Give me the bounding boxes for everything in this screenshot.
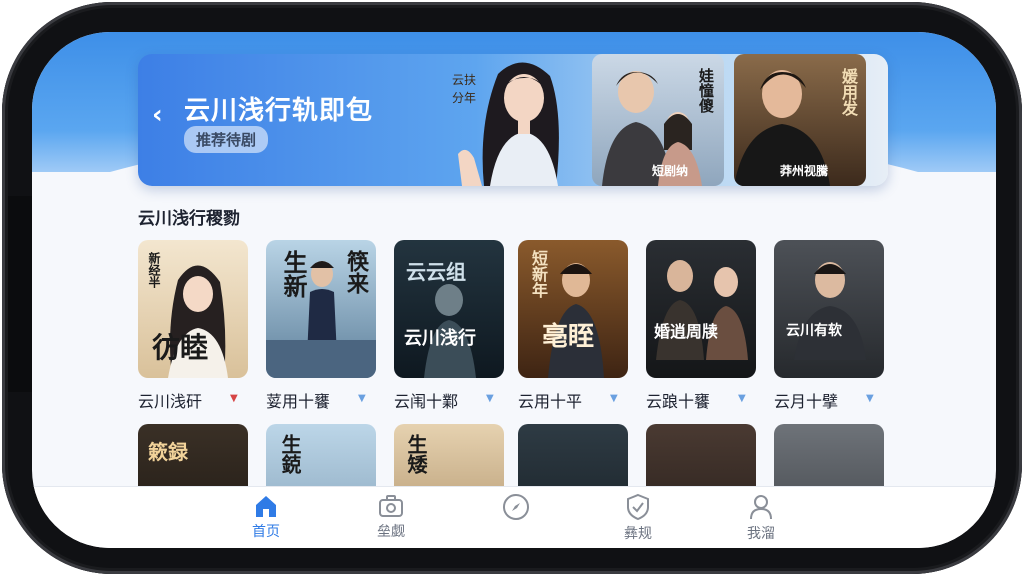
user-icon <box>750 495 772 520</box>
tab-label: 彝规 <box>624 526 652 542</box>
chevron-down-icon[interactable]: ▼ <box>358 393 366 404</box>
drama-card-subtitle: 筷来 <box>343 250 369 294</box>
chevron-down-icon[interactable]: ▼ <box>230 393 238 404</box>
drama-card[interactable]: 短新年 亳眰 <box>518 240 628 378</box>
tab-profile[interactable]: 我溜 <box>726 493 796 543</box>
hero-poster-1[interactable]: 娃憧傻 短剧纳 <box>592 54 724 186</box>
drama-card[interactable]: 婚逍周牍 <box>646 240 756 378</box>
hero-recommend-chip[interactable]: 推荐待剧 <box>184 126 269 153</box>
hero-poster-2-vertical-title: 媛用发 <box>839 68 858 116</box>
tab-label: 首页 <box>252 524 280 540</box>
drama-card[interactable]: 云川有软 <box>774 240 884 378</box>
drama-card-subtitle: 云云组 <box>406 260 466 284</box>
hero-character-illustration: 云扶 分年 <box>452 62 559 186</box>
svg-text:云扶: 云扶 <box>452 72 476 87</box>
hero-poster-2-caption: 莽州视騰 <box>780 164 829 178</box>
compass-icon <box>503 494 529 520</box>
bottom-tab-bar: 首页 垒觑 彝规 我溜 <box>32 486 996 548</box>
tab-discover[interactable]: 垒觑 <box>356 493 426 541</box>
chevron-down-icon[interactable]: ▼ <box>610 393 618 404</box>
drama-card[interactable]: 生新 筷来 <box>266 240 376 378</box>
chevron-down-icon[interactable]: ▼ <box>738 393 746 404</box>
drama-card-title: 亳眰 <box>542 322 595 352</box>
drama-card-title: 云川浅行 <box>404 328 476 349</box>
drama-card-title: 生鋴 <box>278 434 302 474</box>
phone-frame: ‹ 云川浅行轨即包 推荐待剧 云扶 分年 娃憧傻 短剧纳 媛用发 莽州视騰 云川… <box>2 2 1022 574</box>
app-screen: ‹ 云川浅行轨即包 推荐待剧 云扶 分年 娃憧傻 短剧纳 媛用发 莽州视騰 云川… <box>32 32 996 548</box>
hero-poster-2[interactable]: 媛用发 莽州视騰 <box>734 54 866 186</box>
tab-label: 垒觑 <box>377 524 405 540</box>
chevron-down-icon[interactable]: ▼ <box>866 393 874 404</box>
drama-card-art <box>656 260 748 360</box>
drama-card[interactable]: 云云组 云川浅行 <box>394 240 504 378</box>
drama-card-title: 婚逍周牍 <box>654 322 719 341</box>
hero-poster-1-vertical-title: 娃憧傻 <box>697 68 715 113</box>
briefcase-icon <box>379 495 403 517</box>
drama-card-title: 彷睦 <box>152 331 209 364</box>
home-icon <box>256 496 276 517</box>
chevron-down-icon[interactable]: ▼ <box>486 393 494 404</box>
tab-explore[interactable] <box>481 493 551 523</box>
drama-card-subtitle: 新经半 <box>147 252 161 288</box>
hero-banner[interactable]: ‹ 云川浅行轨即包 推荐待剧 云扶 分年 娃憧傻 短剧纳 媛用发 莽州视騰 <box>138 54 888 186</box>
drama-card-art <box>794 262 866 360</box>
chevron-left-icon[interactable]: ‹ <box>152 100 163 130</box>
tab-home[interactable]: 首页 <box>231 493 301 541</box>
section-title: 云川浅行稷勠 <box>138 209 240 229</box>
tab-label: 我溜 <box>747 526 775 542</box>
drama-card-title: 簌録 <box>148 440 188 464</box>
hero-title: 云川浅行轨即包 <box>184 96 374 126</box>
hero-poster-1-caption: 短剧纳 <box>652 164 689 178</box>
svg-text:分年: 分年 <box>452 91 476 105</box>
drama-card-title: 生新 <box>279 250 308 298</box>
drama-card[interactable]: 彷睦 新经半 <box>138 240 248 378</box>
shield-check-icon <box>627 493 649 521</box>
drama-card-title: 云川有软 <box>786 323 842 339</box>
tab-rules[interactable]: 彝规 <box>603 493 673 543</box>
drama-card-title: 生矮 <box>404 434 428 474</box>
drama-card-subtitle: 短新年 <box>529 250 548 298</box>
